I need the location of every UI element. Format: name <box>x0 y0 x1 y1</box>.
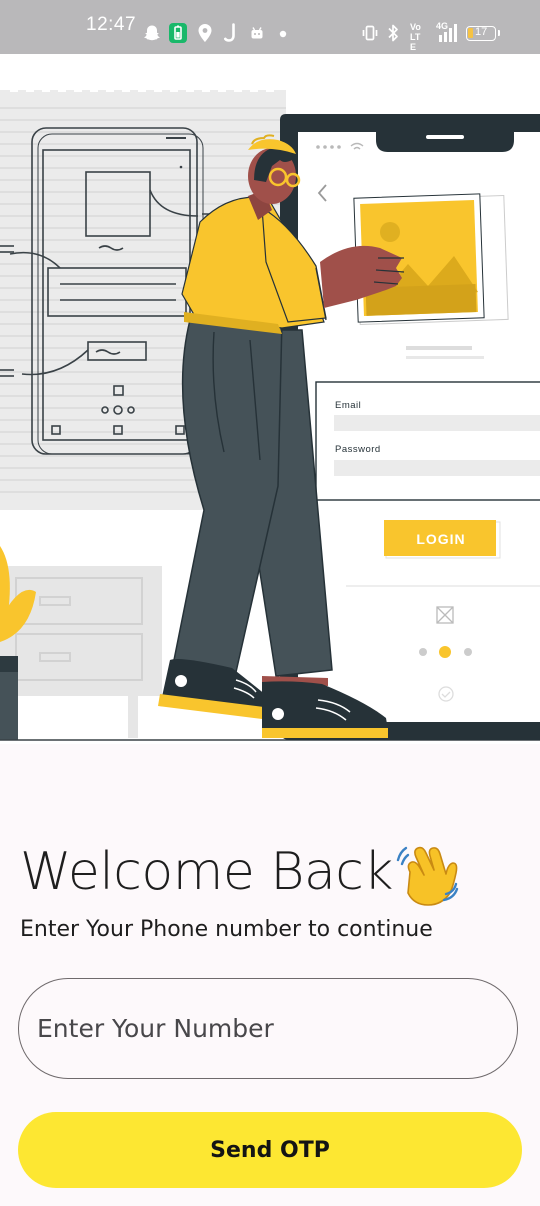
send-otp-button[interactable]: Send OTP <box>18 1112 522 1188</box>
location-pin-icon <box>198 24 212 42</box>
bluetooth-icon <box>388 24 398 42</box>
battery-level-fill <box>468 28 473 38</box>
notification-icon <box>251 27 263 39</box>
battery-saver-icon <box>169 23 187 43</box>
more-notifications-dot <box>279 30 287 38</box>
snapchat-icon <box>144 25 160 41</box>
waving-hand-icon <box>396 846 459 906</box>
jio-j-icon <box>224 23 235 42</box>
battery-icon: 17 <box>466 26 500 41</box>
illustration-password-label: Password <box>335 444 381 455</box>
hero-illustration: Email Password LOGIN <box>0 54 540 744</box>
vibrate-icon <box>362 25 378 41</box>
welcome-subtitle: Enter Your Phone number to continue <box>20 917 433 942</box>
illustration-login-label: LOGIN <box>416 531 465 547</box>
welcome-title: Welcome Back <box>20 842 394 902</box>
battery-percent: 17 <box>475 26 488 38</box>
phone-number-input[interactable] <box>18 978 518 1079</box>
volte-label: Vo LTE <box>410 22 421 52</box>
status-time: 12:47 <box>86 14 137 35</box>
login-screen: 12:47 Vo LTE 4G 17 Email Password LOGIN … <box>0 0 540 1206</box>
status-bar: 12:47 Vo LTE 4G 17 <box>0 0 540 54</box>
network-type-label: 4G <box>436 21 449 31</box>
illustration-email-label: Email <box>335 400 361 411</box>
